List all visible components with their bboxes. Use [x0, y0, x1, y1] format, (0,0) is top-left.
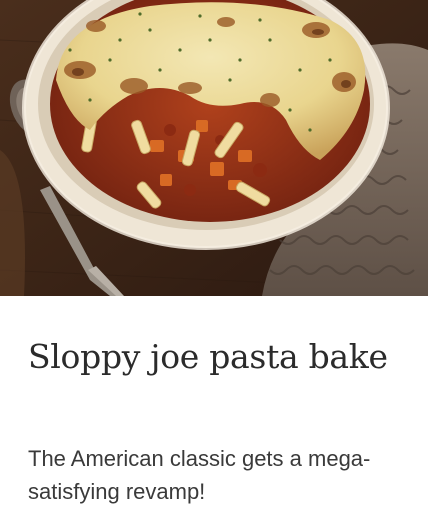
recipe-description: The American classic gets a mega-satisfy… — [28, 446, 371, 504]
recipe-photo[interactable] — [0, 0, 428, 296]
recipe-card[interactable]: Sloppy joe pasta bake The American class… — [0, 0, 428, 528]
recipe-text: Sloppy joe pasta bake The American class… — [0, 296, 428, 528]
recipe-title[interactable]: Sloppy joe pasta bake — [28, 332, 408, 382]
